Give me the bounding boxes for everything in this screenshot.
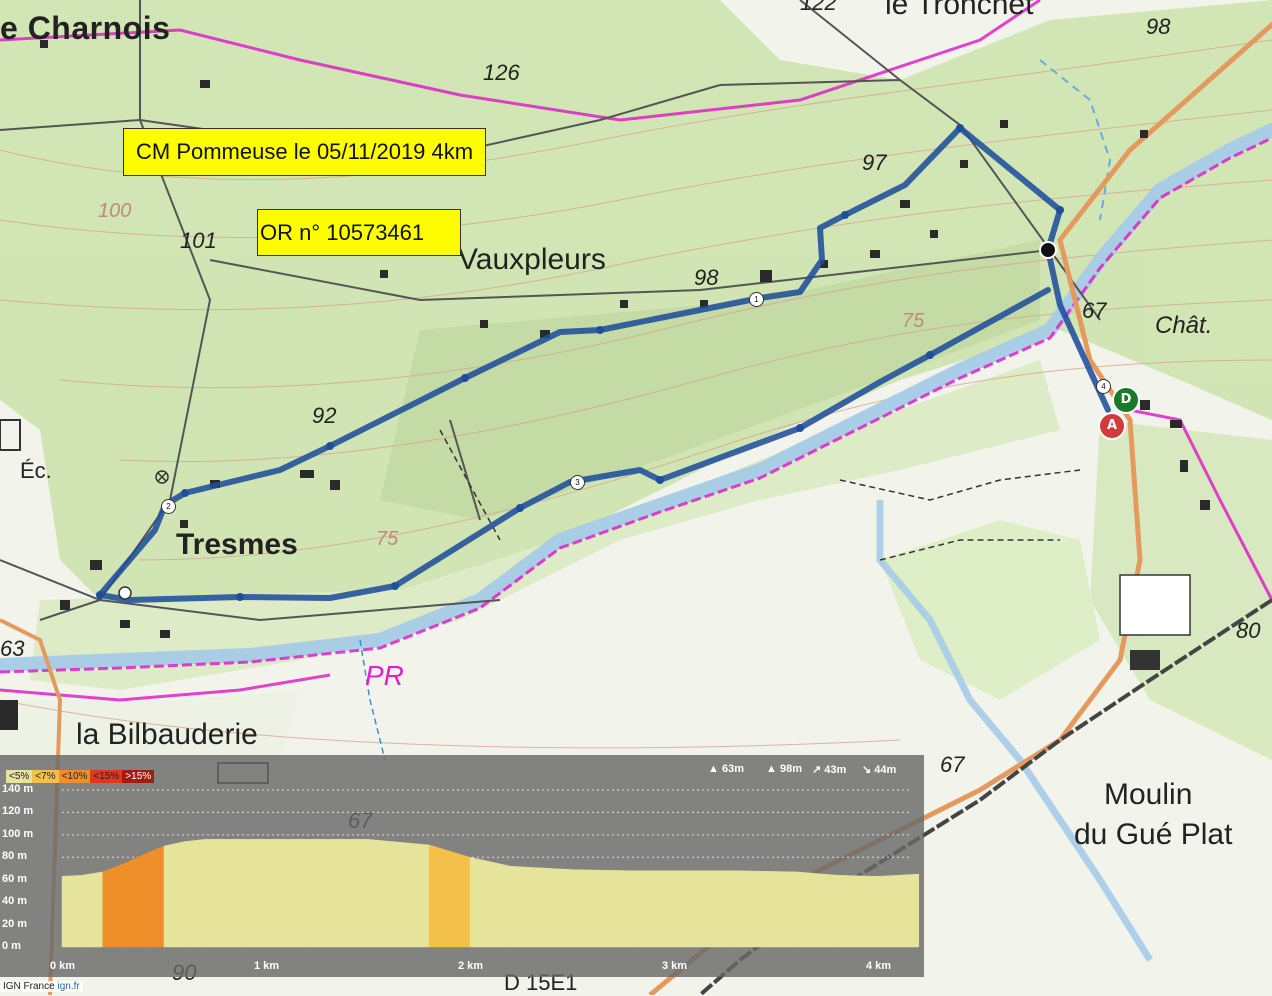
contour-label: 75 xyxy=(902,310,925,332)
profile-segment xyxy=(147,845,165,948)
spot-height: 67 xyxy=(1082,298,1107,323)
spot-height: 98 xyxy=(1146,14,1171,39)
place-tresmes: Tresmes xyxy=(176,528,298,561)
profile-segment xyxy=(102,863,124,948)
elevation-profile-panel: <5% <7% <10% <15% >15% ▲ 63m ▲ 98m ↗ 43m ↘ 4… xyxy=(0,755,924,977)
contour-label: 75 xyxy=(376,528,399,550)
profile-segment xyxy=(571,869,634,948)
place-bilbauderie: la Bilbauderie xyxy=(76,718,258,751)
profile-segment xyxy=(204,839,246,948)
place-chat: Chât. xyxy=(1155,312,1213,339)
route-title-box: CM Pommeuse le 05/11/2019 4km xyxy=(123,128,487,176)
end-marker[interactable]: A xyxy=(1098,412,1126,440)
place-tronchet: le Tronchet xyxy=(885,0,1034,21)
route-or-number-box: OR n° 10573461 xyxy=(257,209,461,256)
place-moulin-2: du Gué Plat xyxy=(1074,818,1233,851)
place-charnois: e Charnois xyxy=(0,10,171,46)
pr-trail-label: PR xyxy=(365,660,404,691)
profile-segment xyxy=(469,856,512,948)
route-end-ring xyxy=(118,586,132,600)
waypoint-marker[interactable]: 1 xyxy=(749,292,764,307)
profile-segment xyxy=(367,839,430,948)
cemetery xyxy=(1119,574,1191,636)
credit-link[interactable]: ign.fr xyxy=(57,981,79,992)
profile-segment xyxy=(632,870,675,948)
contour-label: 100 xyxy=(98,200,132,222)
waypoint-marker[interactable]: 3 xyxy=(570,475,585,490)
spot-height: 63 xyxy=(0,636,25,661)
profile-segment xyxy=(245,839,308,948)
spot-height: 101 xyxy=(180,228,217,253)
spot-height: 80 xyxy=(1236,618,1261,643)
profile-segment xyxy=(184,839,206,948)
waypoint-marker[interactable]: 2 xyxy=(161,499,176,514)
credit-text: IGN France xyxy=(3,981,55,992)
profile-segment xyxy=(61,874,83,948)
spot-height: 98 xyxy=(694,265,719,290)
profile-segment xyxy=(163,841,185,948)
profile-segment xyxy=(836,874,879,948)
place-ecole: Éc. xyxy=(20,458,52,483)
profile-segment xyxy=(877,873,920,948)
start-marker[interactable]: D xyxy=(1112,386,1140,414)
profile-segment xyxy=(734,870,797,948)
profile-segment xyxy=(796,871,838,948)
waypoint-marker[interactable]: 4 xyxy=(1096,379,1111,394)
profile-segment xyxy=(306,839,369,948)
profile-segment xyxy=(82,871,104,948)
spot-height: 92 xyxy=(312,403,337,428)
profile-segment xyxy=(510,865,573,948)
spot-height: 122 xyxy=(800,0,837,15)
spot-height: 67 xyxy=(940,752,965,777)
profile-segment xyxy=(673,870,736,948)
place-moulin-1: Moulin xyxy=(1104,778,1193,811)
profile-segment xyxy=(428,844,471,948)
place-vauxpleurs: Vauxpleurs xyxy=(458,243,606,276)
spot-height: 126 xyxy=(483,60,520,85)
elevation-chart[interactable] xyxy=(0,755,924,977)
profile-segment xyxy=(122,852,148,948)
spot-height: 97 xyxy=(862,150,887,175)
junction-node xyxy=(1039,241,1057,259)
map-credit: IGN France ign.fr xyxy=(0,981,83,992)
